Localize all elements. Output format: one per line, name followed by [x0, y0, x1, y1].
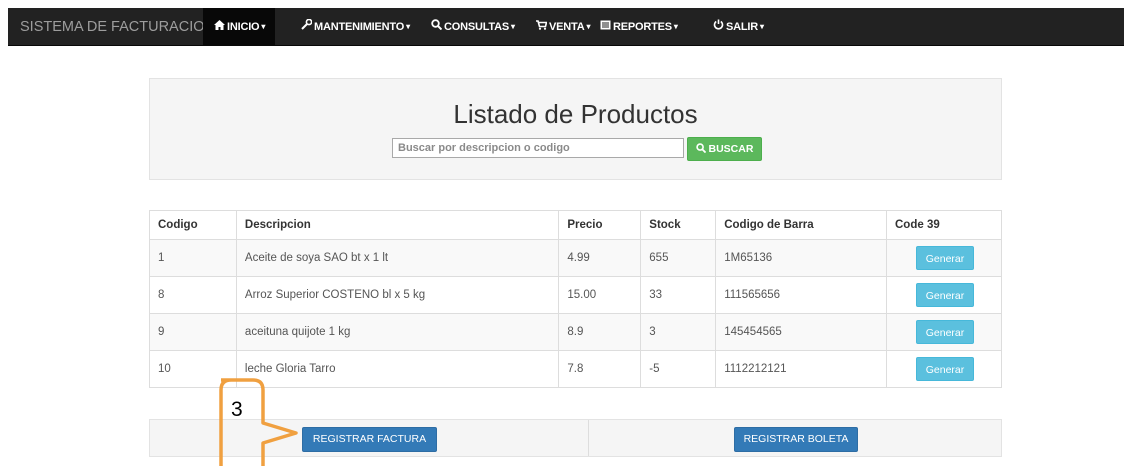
cell-descripcion: aceituna quijote 1 kg [235, 313, 560, 351]
list-icon [599, 8, 611, 46]
table-row: 9 aceituna quijote 1 kg 8.9 3 145454565 … [149, 313, 1002, 351]
search-input[interactable] [392, 138, 684, 158]
column-header-codigo: Codigo [149, 210, 237, 240]
generar-button[interactable]: Generar [916, 283, 974, 307]
cell-codigo-barra: 145454565 [715, 313, 887, 351]
caret-down-icon: ▾ [586, 22, 591, 31]
cell-codigo: 1 [149, 239, 237, 277]
cell-descripcion: Arroz Superior COSTENO bl x 5 kg [235, 276, 560, 314]
table-row: 8 Arroz Superior COSTENO bl x 5 kg 15.00… [149, 276, 1002, 314]
cell-action: Generar [886, 239, 1002, 277]
cart-icon [535, 8, 548, 46]
nav-item-reportes[interactable]: REPORTES ▾ [599, 8, 678, 46]
panel-divider [588, 420, 589, 456]
generar-button[interactable]: Generar [916, 357, 974, 381]
page-title: Listado de Productos [453, 99, 698, 129]
cell-action: Generar [886, 313, 1002, 351]
cell-codigo-barra: 1M65136 [715, 239, 887, 277]
nav-item-mantenimiento[interactable]: MANTENIMIENTO ▾ [300, 8, 410, 46]
nav-label-mantenimiento: MANTENIMIENTO [314, 21, 405, 33]
cell-precio: 4.99 [558, 239, 642, 277]
caret-down-icon: ▾ [760, 22, 764, 31]
callout-annotation [219, 378, 298, 466]
search-icon [695, 143, 706, 154]
search-icon [430, 8, 442, 46]
column-header-stock: Stock [640, 210, 717, 240]
search-button[interactable]: BUSCAR [687, 137, 762, 161]
search-panel: Listado de Productos BUSCAR [149, 78, 1002, 180]
nav-item-salir[interactable]: SALIR ▾ [712, 8, 764, 46]
column-header-precio: Precio [558, 210, 642, 240]
table-row: 1 Aceite de soya SAO bt x 1 lt 4.99 655 … [149, 239, 1002, 277]
generar-button[interactable]: Generar [916, 246, 974, 270]
nav-label-venta: VENTA [549, 21, 585, 33]
nav-item-venta[interactable]: VENTA ▾ [535, 8, 590, 46]
nav-label-consultas: CONSULTAS [444, 21, 510, 33]
cell-precio: 15.00 [558, 276, 642, 314]
nav-item-inicio[interactable]: INICIO ▾ [203, 8, 276, 46]
wrench-icon [300, 8, 312, 46]
cell-stock: -5 [640, 350, 717, 388]
registrar-factura-button[interactable]: REGISTRAR FACTURA [302, 427, 437, 452]
callout-number: 3 [231, 398, 243, 421]
caret-down-icon: ▾ [261, 22, 266, 31]
caret-down-icon: ▾ [406, 22, 410, 31]
column-header-codigo-barra: Codigo de Barra [715, 210, 887, 240]
table-header-row: Codigo Descripcion Precio Stock Codigo d… [149, 210, 1002, 240]
registrar-boleta-button[interactable]: REGISTRAR BOLETA [734, 427, 858, 452]
cell-codigo: 8 [149, 276, 237, 314]
power-icon [712, 8, 724, 46]
navbar-brand[interactable]: SISTEMA DE FACTURACION [20, 8, 215, 46]
cell-descripcion: Aceite de soya SAO bt x 1 lt [235, 239, 560, 277]
column-header-code39: Code 39 [886, 210, 1002, 240]
column-header-descripcion: Descripcion [235, 210, 560, 240]
cell-precio: 8.9 [558, 313, 642, 351]
generar-button[interactable]: Generar [916, 320, 974, 344]
caret-down-icon: ▾ [511, 22, 515, 31]
cell-stock: 3 [640, 313, 717, 351]
cell-action: Generar [886, 350, 1002, 388]
cell-stock: 33 [640, 276, 717, 314]
cell-precio: 7.8 [558, 350, 642, 388]
products-table: Codigo Descripcion Precio Stock Codigo d… [149, 210, 1002, 388]
nav-item-consultas[interactable]: CONSULTAS ▾ [430, 8, 515, 46]
cell-codigo-barra: 1112212121 [715, 350, 887, 388]
nav-label-salir: SALIR [726, 21, 759, 33]
cell-stock: 655 [640, 239, 717, 277]
search-button-label: BUSCAR [708, 143, 754, 155]
nav-label-inicio: INICIO [227, 21, 260, 33]
cell-codigo: 9 [149, 313, 237, 351]
home-icon [213, 8, 225, 46]
cell-action: Generar [886, 276, 1002, 314]
caret-down-icon: ▾ [673, 22, 678, 31]
cell-codigo-barra: 111565656 [715, 276, 887, 314]
top-navbar: SISTEMA DE FACTURACION INICIO ▾ MANTENIMI… [8, 8, 1124, 46]
nav-label-reportes: REPORTES [613, 21, 672, 33]
